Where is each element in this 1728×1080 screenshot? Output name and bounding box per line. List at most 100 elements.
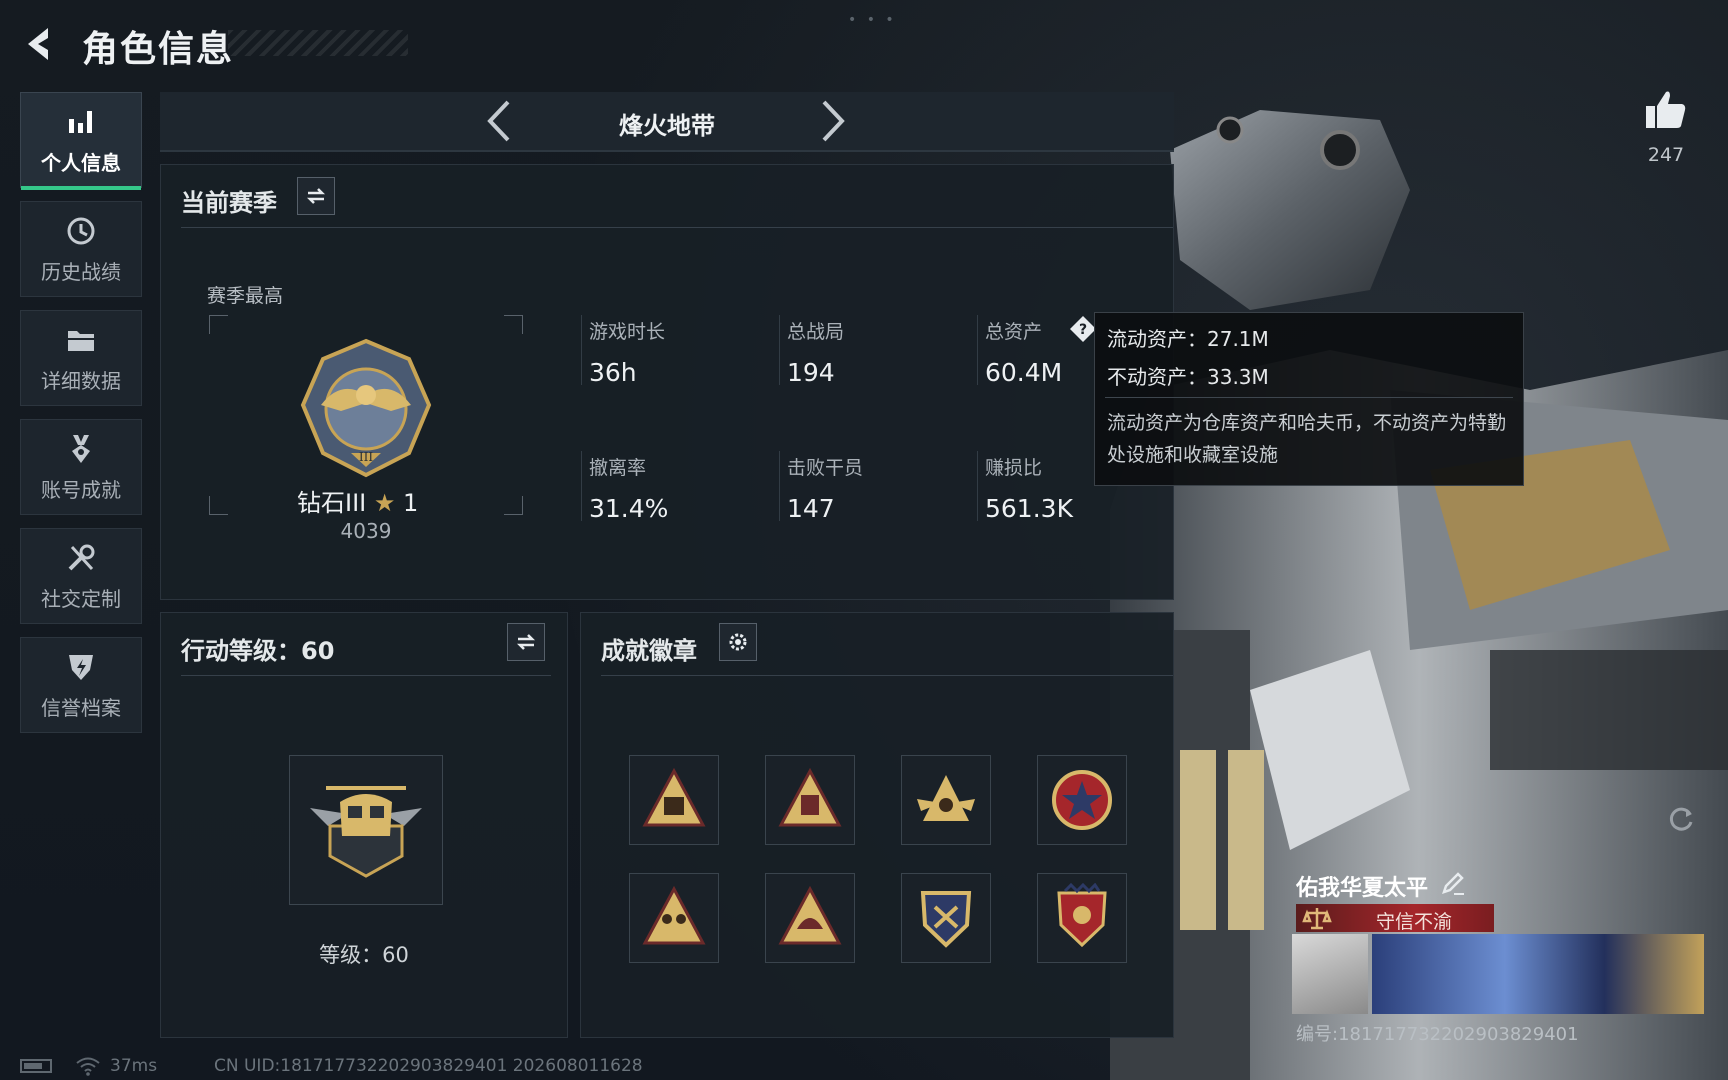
badge-item[interactable] <box>1037 755 1127 845</box>
assets-help-icon[interactable]: ? <box>1069 315 1097 343</box>
honor-banner: 守信不渝 <box>1296 904 1494 933</box>
avatar[interactable] <box>1292 934 1368 1014</box>
level-text: 等级：60 <box>319 943 409 967</box>
stat-separator <box>581 315 582 385</box>
like-button[interactable] <box>1642 86 1690 134</box>
edit-name-icon[interactable] <box>1440 870 1466 896</box>
gear-icon <box>729 633 747 651</box>
badge-item[interactable] <box>1037 873 1127 963</box>
page-title: 角色信息 <box>82 29 235 70</box>
player-card: 佑我华夏太平 守信不渝 编号:181717732202903829401 <box>1292 862 1704 1054</box>
star-seal-badge-icon <box>1052 770 1112 830</box>
season-panel: 当前赛季 赛季最高 III 钻石III ★ 1 4039 游戏时长 36h 总战… <box>160 164 1174 600</box>
stat-value: 561.3K <box>985 494 1073 523</box>
badges-title: 成就徽章 <box>601 637 697 665</box>
stat-separator <box>977 451 978 521</box>
badge-item[interactable] <box>901 755 991 845</box>
status-icons <box>20 1056 101 1076</box>
stat-value: 60.4M <box>985 358 1063 387</box>
stat-separator <box>779 451 780 521</box>
badge-item[interactable] <box>765 873 855 963</box>
like-count: 247 <box>1647 144 1685 166</box>
tooltip-divider <box>1105 397 1513 398</box>
season-best-label: 赛季最高 <box>207 285 284 307</box>
stat-value: 31.4% <box>589 494 669 523</box>
title-decoration <box>228 30 408 56</box>
sidebar-item-label: 个人信息 <box>41 150 121 175</box>
assets-tooltip: 流动资产：27.1M 不动资产：33.3M 流动资产为仓库资产和哈夫币，不动资产… <box>1094 312 1524 486</box>
achievement-badges-panel: 成就徽章 <box>580 612 1174 1038</box>
triangle-figures-badge-icon <box>642 885 706 945</box>
bar-chart-icon <box>69 110 92 133</box>
back-arrow-icon <box>28 28 48 60</box>
stat-total-assets: 总资产 60.4M <box>985 317 1062 387</box>
stat-value: 36h <box>589 358 637 387</box>
stat-operators-defeated: 击败干员 147 <box>787 453 863 523</box>
triangle-helmet-badge-icon <box>778 885 842 945</box>
stat-label: 游戏时长 <box>589 321 666 343</box>
stat-separator <box>779 315 780 385</box>
profile-banner <box>1372 934 1704 1014</box>
svg-text:?: ? <box>1079 322 1087 338</box>
badges-settings-button[interactable] <box>719 623 757 661</box>
badge-item[interactable] <box>629 755 719 845</box>
winged-badge-icon <box>917 775 975 821</box>
stat-value: 147 <box>787 494 835 523</box>
honor-title: 守信不渝 <box>1376 911 1453 933</box>
player-name: 佑我华夏太平 <box>1296 876 1429 901</box>
scales-icon <box>1302 908 1332 930</box>
swap-icon <box>306 188 326 204</box>
action-level-title: 行动等级：60 <box>181 637 335 665</box>
shield-crest-badge-icon <box>920 891 972 948</box>
thumbs-up-icon <box>1646 91 1686 128</box>
rotate-refresh-icon[interactable] <box>1666 804 1696 834</box>
sidebar-item-social[interactable]: 社交定制 <box>20 528 142 624</box>
stat-label: 赚损比 <box>985 457 1043 479</box>
stat-label: 总资产 <box>985 321 1043 343</box>
rank-badge-icon: III <box>291 335 441 485</box>
season-divider <box>181 227 1173 228</box>
shield-lightning-icon <box>69 654 93 680</box>
stat-value: 194 <box>787 358 835 387</box>
top-bar: 角色信息 • • • <box>0 0 1728 88</box>
stat-extraction-rate: 撤离率 31.4% <box>589 453 668 523</box>
history-clock-icon <box>67 217 95 244</box>
rank-star-count: 1 <box>403 489 419 517</box>
stat-play-time: 游戏时长 36h <box>589 317 665 387</box>
tooltip-liquid-assets: 流动资产：27.1M <box>1107 327 1269 351</box>
red-shield-badge-icon <box>1057 883 1107 948</box>
chevron-right-icon <box>822 100 845 142</box>
mode-next-button[interactable] <box>812 98 852 144</box>
sidebar-item-label: 历史战绩 <box>41 259 121 284</box>
sidebar-item-label: 信誉档案 <box>41 695 121 720</box>
badge-item[interactable] <box>629 873 719 963</box>
badge-item[interactable] <box>765 755 855 845</box>
mode-title: 烽火地带 <box>619 112 715 140</box>
sidebar-item-personal-info[interactable]: 个人信息 <box>20 92 142 190</box>
tools-icon <box>68 544 95 570</box>
rank-name-text: 钻石III <box>297 489 367 517</box>
sidebar: 个人信息 历史战绩 详细数据 账号成就 社交定制 信誉档案 <box>20 92 142 746</box>
back-button[interactable] <box>18 22 62 66</box>
stat-profit-loss: 赚损比 561.3K <box>985 453 1073 523</box>
badges-divider <box>601 675 1173 676</box>
sidebar-item-detailed-data[interactable]: 详细数据 <box>20 310 142 406</box>
sidebar-item-credit[interactable]: 信誉档案 <box>20 637 142 733</box>
player-id: 编号:181717732202903829401 <box>1296 1024 1579 1045</box>
sidebar-item-label: 详细数据 <box>41 368 121 393</box>
uid-text: CN UID:181717732202903829401 20260801162… <box>214 1056 643 1076</box>
helicopter-emblem-icon <box>310 786 422 878</box>
season-title: 当前赛季 <box>181 189 277 217</box>
rank-name: 钻石III ★ 1 <box>297 483 418 518</box>
badge-item[interactable] <box>901 873 991 963</box>
sidebar-item-achievements[interactable]: 账号成就 <box>20 419 142 515</box>
stat-separator <box>581 451 582 521</box>
sidebar-item-history[interactable]: 历史战绩 <box>20 201 142 297</box>
stat-separator <box>977 315 978 385</box>
season-switch-button[interactable] <box>297 177 335 215</box>
triangle-badge-icon <box>642 767 706 827</box>
stat-total-matches: 总战局 194 <box>787 317 844 387</box>
rank-star-icon: ★ <box>373 489 396 517</box>
action-level-switch-button[interactable] <box>507 623 545 661</box>
sidebar-item-label: 社交定制 <box>41 586 121 611</box>
